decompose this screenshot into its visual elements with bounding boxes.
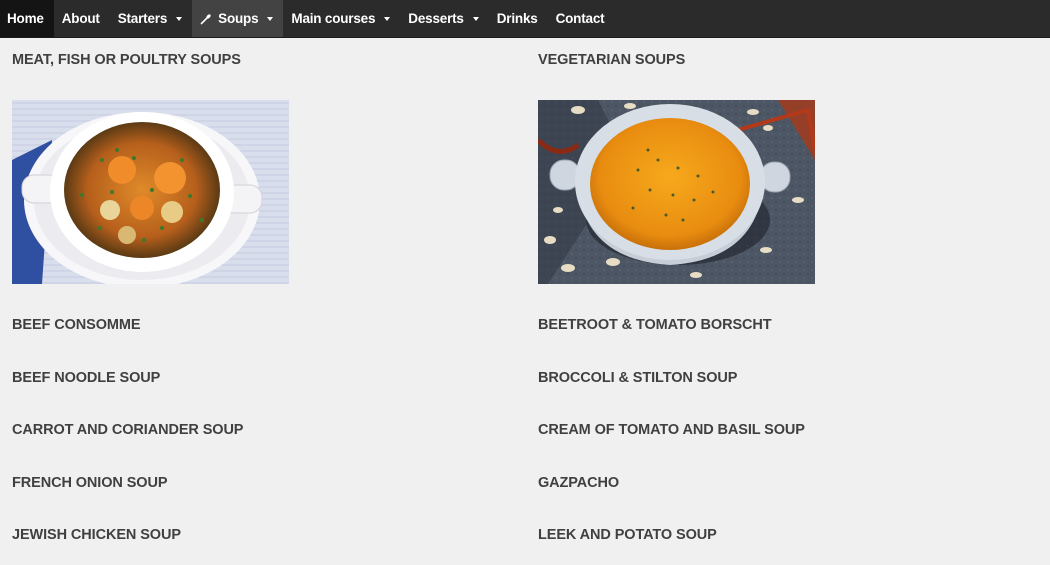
nav-desserts-label: Desserts bbox=[408, 11, 464, 26]
chevron-down-icon bbox=[176, 17, 183, 21]
nav-soups-label: Soups bbox=[218, 11, 259, 26]
nav-drinks[interactable]: Drinks bbox=[489, 0, 548, 37]
chevron-down-icon bbox=[267, 17, 274, 21]
soup-item-beef-consomme[interactable]: BEEF CONSOMME bbox=[12, 317, 141, 333]
spoon-icon bbox=[200, 13, 211, 24]
consomme-photo bbox=[12, 100, 289, 284]
soup-item-jewish-chicken[interactable]: JEWISH CHICKEN SOUP bbox=[12, 527, 181, 543]
nav-main-courses-label: Main courses bbox=[291, 11, 376, 26]
nav-about[interactable]: About bbox=[54, 0, 110, 37]
top-navbar: Home About Starters Soups Main courses D… bbox=[0, 0, 1050, 38]
soup-item-beef-noodle[interactable]: BEEF NOODLE SOUP bbox=[12, 370, 160, 386]
soup-item-gazpacho[interactable]: GAZPACHO bbox=[538, 475, 619, 491]
chevron-down-icon bbox=[384, 17, 391, 21]
nav-main-courses[interactable]: Main courses bbox=[283, 0, 400, 37]
chevron-down-icon bbox=[472, 17, 479, 21]
nav-drinks-label: Drinks bbox=[496, 11, 538, 26]
nav-contact[interactable]: Contact bbox=[548, 0, 615, 37]
soup-item-leek-potato[interactable]: LEEK AND POTATO SOUP bbox=[538, 527, 717, 543]
nav-soups[interactable]: Soups bbox=[192, 0, 284, 37]
nav-contact-label: Contact bbox=[555, 11, 605, 26]
nav-desserts[interactable]: Desserts bbox=[400, 0, 488, 37]
soup-item-beetroot-borscht[interactable]: BEETROOT & TOMATO BORSCHT bbox=[538, 317, 772, 333]
nav-starters[interactable]: Starters bbox=[110, 0, 192, 37]
nav-starters-label: Starters bbox=[117, 11, 168, 26]
nav-home-label: Home bbox=[7, 11, 44, 26]
soup-item-carrot-coriander[interactable]: CARROT AND CORIANDER SOUP bbox=[12, 422, 243, 438]
pumpkin-soup-photo bbox=[538, 100, 815, 284]
nav-home[interactable]: Home bbox=[0, 0, 54, 37]
meat-soups-heading: MEAT, FISH OR POULTRY SOUPS bbox=[12, 52, 241, 68]
vegetarian-soups-heading: VEGETARIAN SOUPS bbox=[538, 52, 686, 68]
soup-item-french-onion[interactable]: FRENCH ONION SOUP bbox=[12, 475, 168, 491]
soup-item-tomato-basil[interactable]: CREAM OF TOMATO AND BASIL SOUP bbox=[538, 422, 805, 438]
soup-item-broccoli-stilton[interactable]: BROCCOLI & STILTON SOUP bbox=[538, 370, 737, 386]
nav-about-label: About bbox=[61, 11, 100, 26]
